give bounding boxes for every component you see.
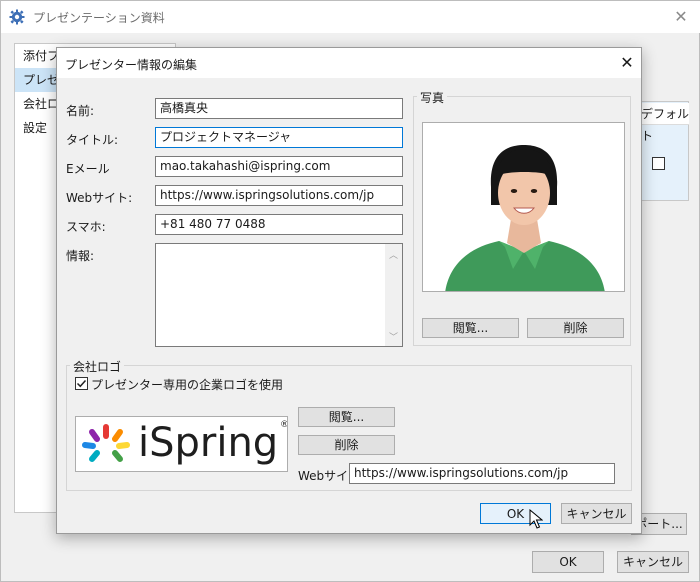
logo-delete-button[interactable]: 削除 xyxy=(298,435,395,455)
name-label: 名前: xyxy=(66,104,95,118)
presenter-portrait-image xyxy=(423,123,624,291)
dialog-cancel-button[interactable]: キャンセル xyxy=(561,503,632,524)
default-checkbox[interactable] xyxy=(652,157,665,170)
info-scrollbar[interactable]: ︿ ﹀ xyxy=(385,244,402,346)
dialog-close-button[interactable]: ✕ xyxy=(617,53,637,73)
logo-website-field[interactable]: https://www.ispringsolutions.com/jp xyxy=(349,463,615,484)
phone-label: スマホ: xyxy=(66,220,106,234)
company-logo-group-title: 会社ロゴ xyxy=(70,358,125,375)
default-column-header: デフォルト xyxy=(637,103,689,143)
scroll-down-arrow-icon[interactable]: ﹀ xyxy=(389,330,398,343)
background-ok-button[interactable]: OK xyxy=(532,551,604,573)
info-textarea[interactable]: ︿ ﹀ xyxy=(155,243,403,347)
company-logo-image: iSpring ® xyxy=(75,416,288,472)
name-field[interactable]: 高橋真央 xyxy=(155,98,403,119)
logo-registered-mark: ® xyxy=(280,420,287,430)
background-cancel-button[interactable]: キャンセル xyxy=(617,551,689,573)
info-label: 情報: xyxy=(66,249,95,263)
dialog-titlebar: プレゼンター情報の編集 ✕ xyxy=(57,48,641,78)
presenter-photo xyxy=(422,122,625,292)
photo-group-title: 写真 xyxy=(417,89,448,106)
dialog-title: プレゼンター情報の編集 xyxy=(65,58,198,72)
title-field[interactable]: プロジェクトマネージャ xyxy=(155,127,403,148)
logo-text: iSpring xyxy=(138,420,279,466)
scroll-up-arrow-icon[interactable]: ︿ xyxy=(389,248,398,261)
photo-browse-button[interactable]: 閲覧... xyxy=(422,318,519,338)
background-window-title: プレゼンテーション資料 xyxy=(33,11,165,25)
background-close-button[interactable]: ✕ xyxy=(671,7,691,27)
title-label: タイトル: xyxy=(66,133,119,147)
website-label: Webサイト: xyxy=(66,191,133,205)
use-company-logo-label: プレゼンター専用の企業ロゴを使用 xyxy=(91,378,284,392)
background-titlebar: プレゼンテーション資料 ✕ xyxy=(1,1,700,33)
phone-field[interactable]: +81 480 77 0488 xyxy=(155,214,403,235)
mouse-cursor-icon xyxy=(529,509,543,529)
email-field[interactable]: mao.takahashi@ispring.com xyxy=(155,156,403,177)
email-label: Eメール xyxy=(66,162,110,176)
website-field[interactable]: https://www.ispringsolutions.com/jp xyxy=(155,185,403,206)
photo-delete-button[interactable]: 削除 xyxy=(527,318,624,338)
edit-presenter-dialog: プレゼンター情報の編集 ✕ 名前: 高橋真央 タイトル: プロジェクトマネージャ… xyxy=(56,47,642,534)
ispring-logo-icon xyxy=(82,424,130,462)
gear-icon xyxy=(9,9,25,25)
checkmark-icon xyxy=(76,379,87,388)
logo-browse-button[interactable]: 閲覧... xyxy=(298,407,395,427)
use-company-logo-checkbox[interactable] xyxy=(75,377,88,390)
